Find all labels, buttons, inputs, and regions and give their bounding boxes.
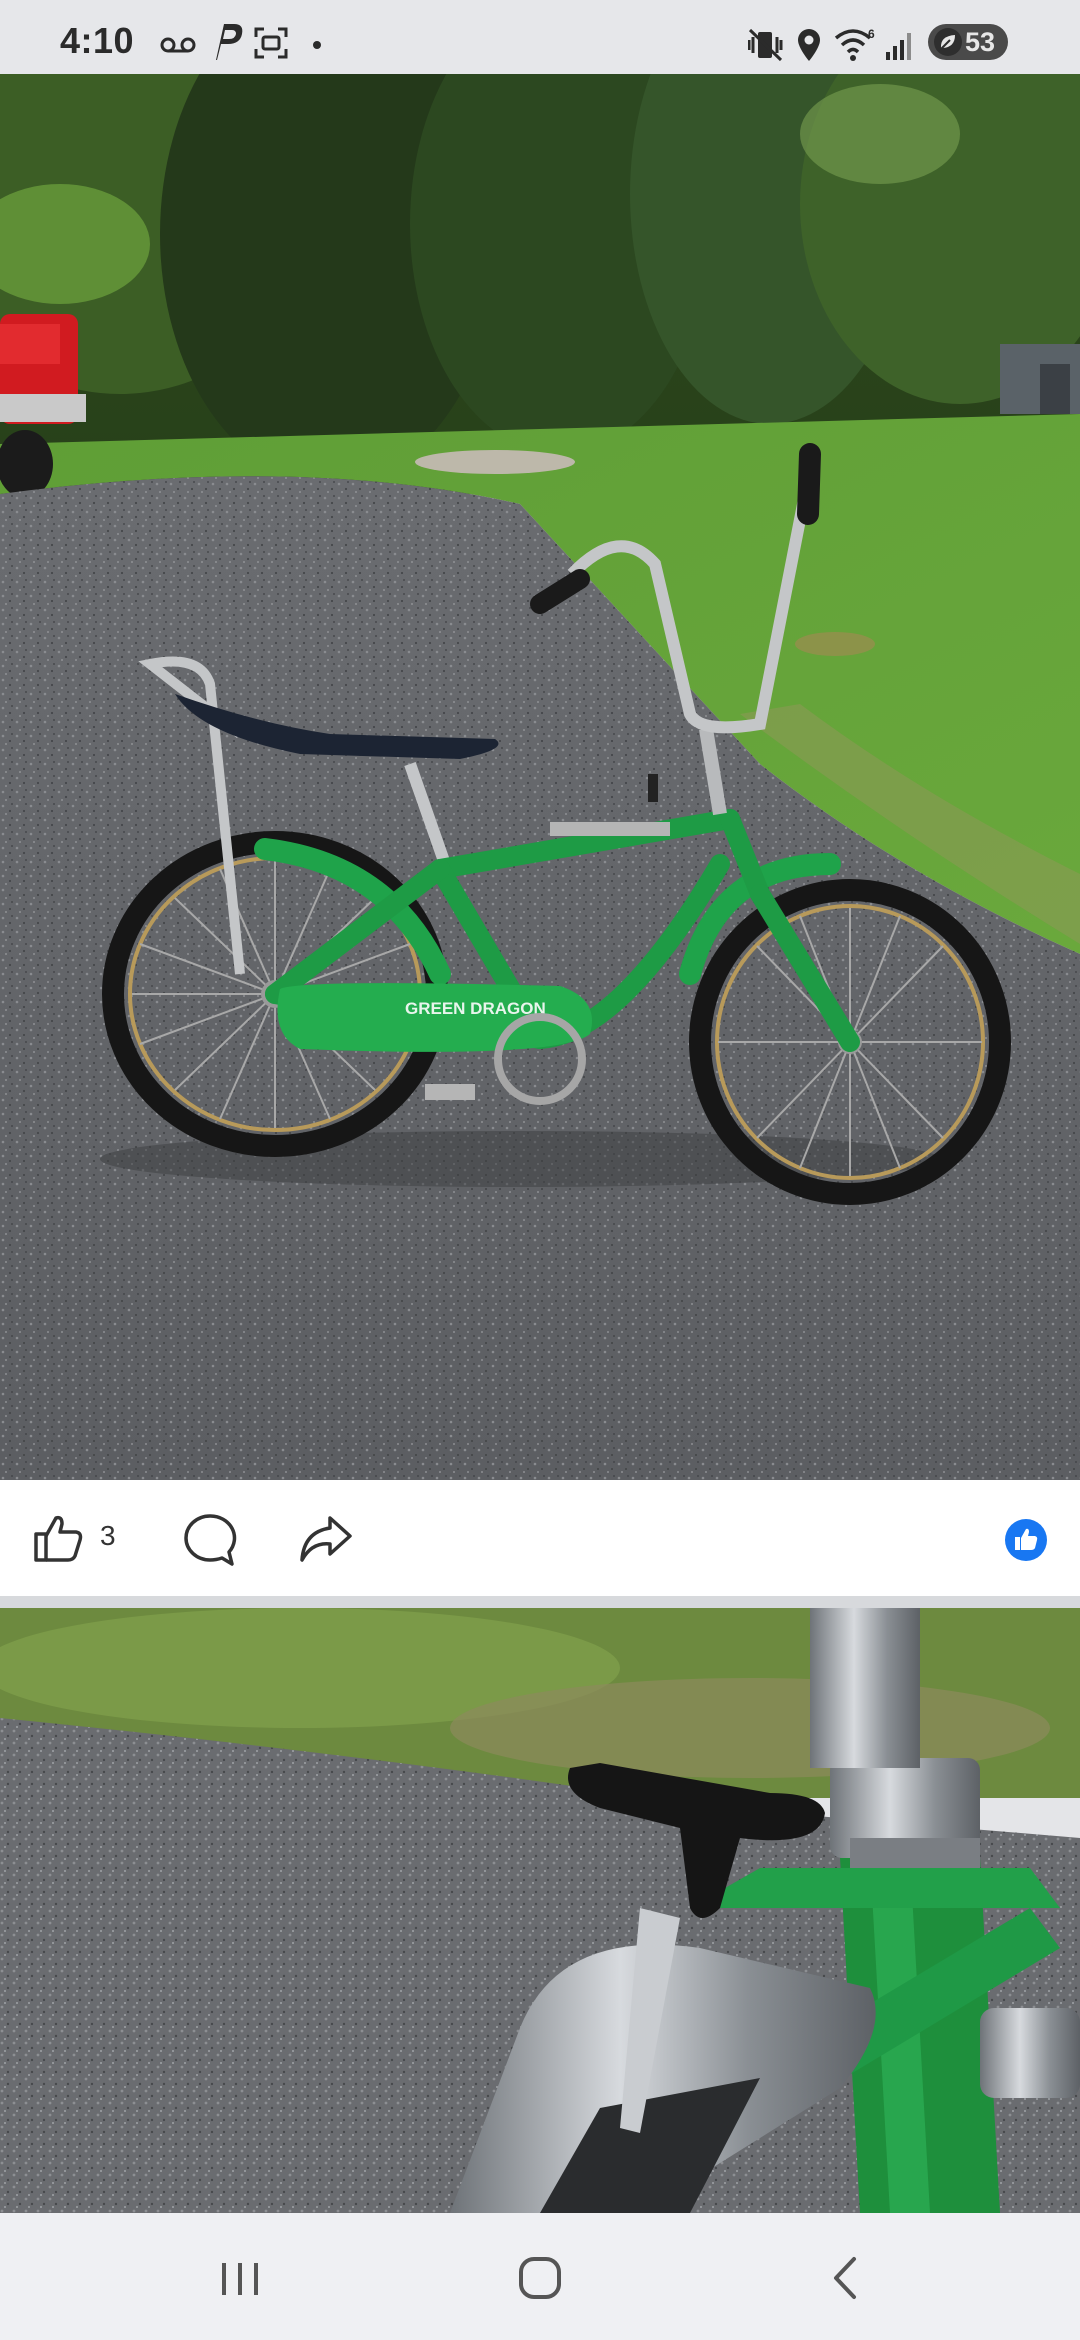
frame-decal: GREEN DRAGON — [405, 999, 546, 1018]
battery-level: 53 — [965, 27, 996, 57]
post-photo-bicycle[interactable]: GREEN DRAGON — [0, 74, 1080, 1480]
like-badge-icon — [1005, 1519, 1047, 1561]
home-button[interactable] — [500, 2247, 580, 2307]
reaction-bar: 3 — [0, 1480, 1080, 1596]
battery-saver-leaf-icon — [934, 28, 962, 56]
signal-icon — [886, 33, 911, 60]
post-photo-shifter[interactable] — [0, 1608, 1080, 2213]
like-count: 3 — [100, 1520, 116, 1551]
thumbs-up-icon[interactable] — [32, 1512, 84, 1564]
share-icon[interactable] — [298, 1514, 354, 1564]
parking-app-icon — [216, 24, 243, 60]
recents-icon — [222, 2263, 258, 2295]
bicycle-shifter-closeup-photo — [0, 1608, 1080, 2213]
battery-icon: 53 — [928, 24, 1008, 60]
svg-text:6: 6 — [868, 27, 875, 41]
navigation-bar — [0, 2213, 1080, 2340]
status-bar: 4:10 6 53 — [0, 0, 1080, 74]
post-separator — [0, 1596, 1080, 1608]
recents-button[interactable] — [200, 2247, 280, 2307]
comment-icon[interactable] — [182, 1512, 238, 1568]
location-icon — [798, 29, 820, 61]
green-dragon-bicycle-photo: GREEN DRAGON — [0, 74, 1080, 1480]
wifi-6-icon: 6 — [834, 27, 875, 61]
back-icon — [834, 2257, 856, 2299]
home-icon — [519, 2257, 561, 2299]
vibrate-mute-icon — [748, 28, 783, 62]
dot-icon — [313, 41, 321, 49]
status-time: 4:10 — [60, 20, 135, 61]
back-button[interactable] — [806, 2247, 886, 2307]
voicemail-icon — [160, 37, 196, 53]
screenshot-icon — [254, 27, 288, 59]
